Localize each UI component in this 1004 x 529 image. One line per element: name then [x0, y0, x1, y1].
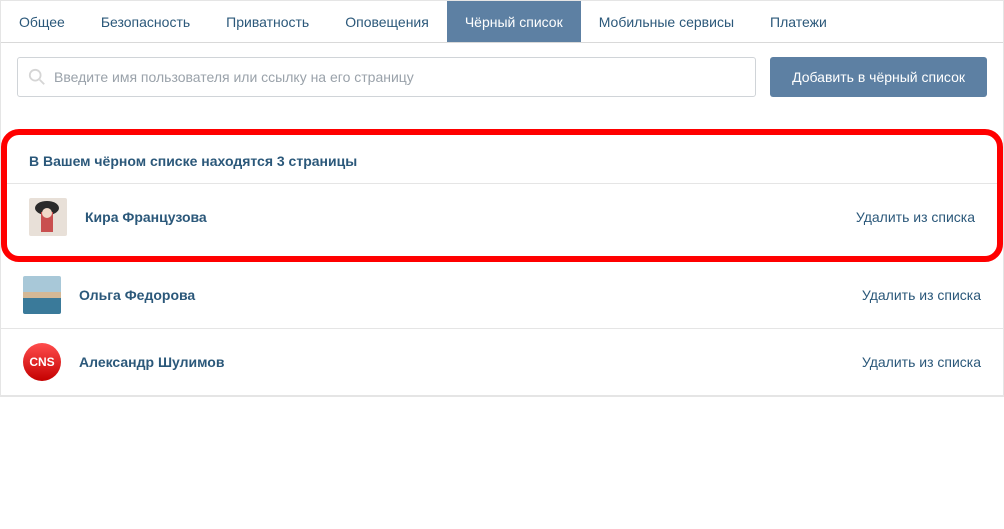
remove-from-list-link[interactable]: Удалить из списка [862, 354, 981, 370]
search-icon [28, 68, 46, 86]
remove-from-list-link[interactable]: Удалить из списка [856, 209, 975, 225]
list-item: CNS Александр Шулимов Удалить из списка [1, 329, 1003, 396]
user-name-link[interactable]: Ольга Федорова [79, 287, 195, 303]
user-name-link[interactable]: Кира Французова [85, 209, 207, 225]
search-box[interactable] [17, 57, 756, 97]
tab-mobile[interactable]: Мобильные сервисы [581, 1, 752, 42]
user-name-link[interactable]: Александр Шулимов [79, 354, 224, 370]
avatar: CNS [23, 343, 61, 381]
search-input[interactable] [54, 69, 745, 85]
tab-general[interactable]: Общее [1, 1, 83, 42]
tab-notifications[interactable]: Оповещения [327, 1, 447, 42]
tab-security[interactable]: Безопасность [83, 1, 208, 42]
add-to-blacklist-button[interactable]: Добавить в чёрный список [770, 57, 987, 97]
avatar [29, 198, 67, 236]
settings-panel: Общее Безопасность Приватность Оповещени… [0, 0, 1004, 397]
tab-payments[interactable]: Платежи [752, 1, 845, 42]
tabs-bar: Общее Безопасность Приватность Оповещени… [1, 1, 1003, 43]
remove-from-list-link[interactable]: Удалить из списка [862, 287, 981, 303]
list-item: Ольга Федорова Удалить из списка [1, 262, 1003, 329]
avatar [23, 276, 61, 314]
list-item: Кира Французова Удалить из списка [7, 184, 997, 250]
tab-blacklist[interactable]: Чёрный список [447, 1, 581, 42]
highlight-annotation: В Вашем чёрном списке находятся 3 страни… [1, 129, 1003, 262]
search-row: Добавить в чёрный список [1, 43, 1003, 111]
tab-privacy[interactable]: Приватность [208, 1, 327, 42]
blacklist-header: В Вашем чёрном списке находятся 3 страни… [7, 135, 997, 184]
